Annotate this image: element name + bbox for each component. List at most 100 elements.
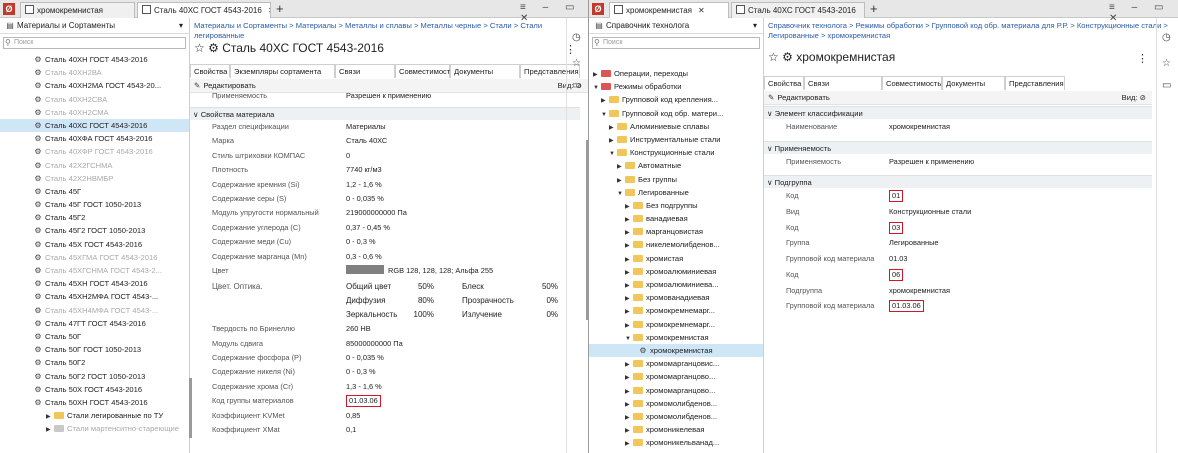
property-value[interactable]: 06 (889, 267, 904, 283)
tree-item[interactable]: ▶ хромоалюминиева... (589, 278, 763, 291)
tree-item[interactable]: ⚙ Сталь 42Х2НВМБР (0, 172, 189, 185)
tab-documents[interactable]: Документы (450, 64, 520, 78)
property-value[interactable]: 01.03 (889, 251, 908, 267)
favorites-icon[interactable]: ☆ (1162, 58, 1171, 69)
property-value[interactable]: 1,2 - 1,6 % (346, 178, 382, 192)
tree-item[interactable]: ▶ ванадиевая (589, 212, 763, 225)
property-value[interactable]: хромокремнистая (889, 283, 950, 299)
property-value[interactable]: 0,1 (346, 423, 356, 437)
tab-properties[interactable]: Свойства (764, 76, 804, 90)
tree-item[interactable]: ⚙ Сталь 47ГТ ГОСТ 4543-2016 (0, 317, 189, 330)
expand-icon[interactable]: ▶ (625, 438, 633, 451)
tree-item[interactable]: ▼ Групповой код обр. матери... (589, 107, 763, 120)
tree-item[interactable]: ⚙ Сталь 45Х ГОСТ 4543-2016 (0, 238, 189, 251)
property-value[interactable]: хромокремнистая (889, 119, 950, 135)
tree-item[interactable]: ⚙ Сталь 45Г ГОСТ 1050-2013 (0, 198, 189, 211)
tree-item[interactable]: ▶ никелемолибденов... (589, 238, 763, 251)
tree-item[interactable]: ⚙ Сталь 45ХГМА ГОСТ 4543-2016 (0, 251, 189, 264)
tree-folder[interactable]: ▶ Стали мартенситно-стареющие (0, 422, 189, 435)
tree-item[interactable]: ▼ Режимы обработки (589, 80, 763, 93)
tab-khromokremnistaya[interactable]: хромокремнистая ✕ (609, 2, 729, 18)
star-icon[interactable]: ☆ (768, 50, 779, 64)
property-value[interactable]: 219000000000 Па (346, 206, 407, 220)
tab-steel-40khs[interactable]: Сталь 40ХС ГОСТ 4543-2016 (731, 2, 865, 18)
tree-item[interactable]: ▶ марганцовистая (589, 225, 763, 238)
tree-item[interactable]: ⚙ Сталь 40ХФР ГОСТ 4543-2016 (0, 145, 189, 158)
tree-item[interactable]: ⚙ хромокремнистая (589, 343, 763, 358)
tree-folder[interactable]: ▶ Стали легированные по ТУ (0, 409, 189, 422)
new-tab-button[interactable]: + (276, 1, 284, 16)
section-material-properties[interactable]: ∨ Свойства материала (190, 107, 580, 120)
tree-item[interactable]: ▶ хромомарганцово... (589, 384, 763, 397)
tree-item[interactable]: ⚙ Сталь 45ХН2МФА ГОСТ 4543-... (0, 290, 189, 303)
edit-button[interactable]: Редактировать (777, 93, 829, 102)
folder-icon[interactable]: ▭ (572, 80, 581, 91)
tree-item[interactable]: ▶ хромоникельванад... (589, 436, 763, 449)
tree-item[interactable]: ⚙ Сталь 50Г2 (0, 356, 189, 369)
tab-properties[interactable]: Свойства (190, 64, 230, 78)
tree-item[interactable]: ⚙ Сталь 45Г2 (0, 211, 189, 224)
property-value[interactable]: 1,3 - 1,6 % (346, 380, 382, 394)
property-value[interactable]: 0 (346, 149, 350, 163)
property-value[interactable]: 0 - 0,3 % (346, 365, 376, 379)
more-menu-icon[interactable]: ⋮ (1137, 52, 1148, 65)
section-header[interactable]: ∨ Подгруппа (764, 175, 1152, 189)
tree-item[interactable]: ▶ Алюминиевые сплавы (589, 120, 763, 133)
tree-item[interactable]: ⚙ Сталь 40ХС ГОСТ 4543-2016 (0, 118, 189, 133)
property-value[interactable]: 03 (889, 220, 904, 236)
breadcrumb[interactable]: Справочник технолога > Режимы обработки … (768, 21, 1168, 41)
tree-item[interactable]: ▶ хромистая (589, 252, 763, 265)
property-value[interactable]: 01 (889, 188, 904, 204)
close-icon[interactable]: ✕ (698, 6, 705, 15)
tab-links[interactable]: Связи (804, 76, 882, 90)
property-value[interactable]: 0 - 0,035 % (346, 192, 384, 206)
tree-item[interactable]: ⚙ Сталь 40ХН2СМА (0, 106, 189, 119)
tree-item[interactable]: ▶ хромомолибденов... (589, 410, 763, 423)
property-value[interactable]: Разрешен к применению (889, 154, 974, 170)
property-value[interactable]: 0 - 0,3 % (346, 235, 376, 249)
tree-item[interactable]: ▶ Без группы (589, 173, 763, 186)
property-value[interactable]: 0,37 - 0,45 % (346, 221, 390, 235)
tree-item[interactable]: ▶ хромоалюминиевая (589, 265, 763, 278)
tree-item[interactable]: ▶ хромомарганцово... (589, 370, 763, 383)
folder-icon[interactable]: ▭ (1162, 80, 1171, 91)
property-value[interactable]: Материалы (346, 120, 386, 134)
section-header[interactable]: ∨ Применяемость (764, 140, 1152, 154)
tree-item[interactable]: ⚙ Сталь 50Г (0, 330, 189, 343)
tree-item[interactable]: ⚙ Сталь 40ХН2МА ГОСТ 4543-20... (0, 79, 189, 92)
property-value[interactable]: Легированные (889, 235, 939, 251)
tree-item[interactable]: ▶ хромомарганцовис... (589, 357, 763, 370)
tree-item[interactable]: ⚙ Сталь 50Г ГОСТ 1050-2013 (0, 343, 189, 356)
tree-item[interactable]: ▶ Операции, переходы (589, 67, 763, 80)
property-value[interactable]: Конструкционные стали (889, 204, 971, 220)
property-value[interactable]: 0,3 - 0,6 % (346, 250, 382, 264)
chevron-down-icon[interactable]: ▾ (179, 18, 183, 34)
tree-item[interactable]: ⚙ Сталь 45ХГСНМА ГОСТ 4543-2... (0, 264, 189, 277)
tree-item[interactable]: ⚙ Сталь 45Г (0, 185, 189, 198)
property-value[interactable]: RGB 128, 128, 128; Альфа 255 (346, 264, 493, 278)
property-value[interactable]: 0,85 (346, 409, 360, 423)
property-value[interactable]: 01.03.06 (346, 394, 381, 408)
tree-item[interactable]: ⚙ Сталь 40ХН ГОСТ 4543-2016 (0, 53, 189, 66)
view-selector[interactable]: Вид: ⊘ (1122, 91, 1146, 105)
tree-item[interactable]: ▶ хромомолибденов... (589, 397, 763, 410)
breadcrumb[interactable]: Материалы и Сортаменты > Материалы > Мет… (194, 21, 578, 41)
tree-item[interactable]: ▶ Автоматные (589, 159, 763, 172)
tab-documents[interactable]: Документы (942, 76, 1005, 90)
tree-item[interactable]: ▼ хромокремнистая (589, 331, 763, 344)
tree-item[interactable]: ⚙ Сталь 50Г2 ГОСТ 1050-2013 (0, 370, 189, 383)
tree-item[interactable]: ⚙ Сталь 45Г2 ГОСТ 1050-2013 (0, 224, 189, 237)
tree-item[interactable]: ▶ хромоникелевая (589, 423, 763, 436)
tree-item[interactable]: ▶ Инструментальные стали (589, 133, 763, 146)
tree-item[interactable]: ⚙ Сталь 40ХФА ГОСТ 4543-2016 (0, 132, 189, 145)
expand-icon[interactable]: ▶ (46, 424, 54, 437)
property-value[interactable]: 260 HB (346, 322, 371, 336)
history-icon[interactable]: ◷ (572, 32, 581, 43)
tree-item[interactable]: ▶ Групповой код крепления... (589, 93, 763, 106)
tree-item[interactable]: ⚙ Сталь 50ХН ГОСТ 4543-2016 (0, 396, 189, 409)
edit-button[interactable]: Редактировать (203, 81, 255, 90)
tree-item[interactable]: ▶ хромокремнемарг... (589, 304, 763, 317)
tree-item[interactable]: ▼ Легированные (589, 186, 763, 199)
property-value[interactable]: 85000000000 Па (346, 337, 403, 351)
tab-compatibility[interactable]: Совместимость (395, 64, 454, 78)
